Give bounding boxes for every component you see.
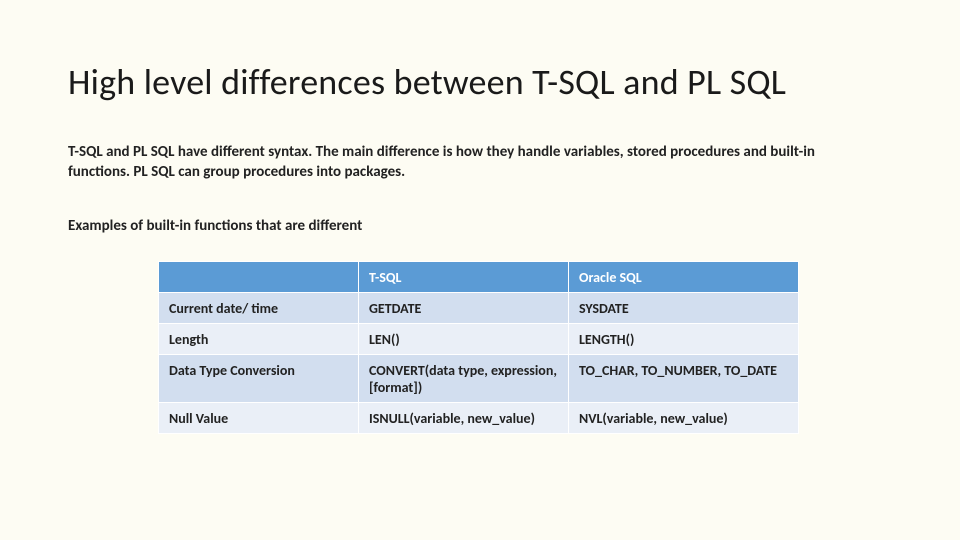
cell-tsql: CONVERT(data type, expression, [format]) <box>359 354 569 402</box>
cell-oracle: LENGTH() <box>569 323 799 354</box>
cell-tsql: LEN() <box>359 323 569 354</box>
intro-paragraph: T-SQL and PL SQL have different syntax. … <box>68 142 868 183</box>
row-label: Length <box>159 323 359 354</box>
cell-oracle: TO_CHAR, TO_NUMBER, TO_DATE <box>569 354 799 402</box>
table-row: Current date/ time GETDATE SYSDATE <box>159 292 799 323</box>
row-label: Data Type Conversion <box>159 354 359 402</box>
row-label: Null Value <box>159 402 359 433</box>
header-blank <box>159 261 359 292</box>
cell-oracle: NVL(variable, new_value) <box>569 402 799 433</box>
cell-oracle: SYSDATE <box>569 292 799 323</box>
table-row: Data Type Conversion CONVERT(data type, … <box>159 354 799 402</box>
header-oracle: Oracle SQL <box>569 261 799 292</box>
slide: High level differences between T-SQL and… <box>0 0 960 434</box>
cell-tsql: GETDATE <box>359 292 569 323</box>
page-title: High level differences between T-SQL and… <box>68 60 892 104</box>
table-row: Length LEN() LENGTH() <box>159 323 799 354</box>
row-label: Current date/ time <box>159 292 359 323</box>
table-header-row: T-SQL Oracle SQL <box>159 261 799 292</box>
cell-tsql: ISNULL(variable, new_value) <box>359 402 569 433</box>
comparison-table-wrap: T-SQL Oracle SQL Current date/ time GETD… <box>158 261 798 434</box>
header-tsql: T-SQL <box>359 261 569 292</box>
comparison-table: T-SQL Oracle SQL Current date/ time GETD… <box>158 261 799 434</box>
table-row: Null Value ISNULL(variable, new_value) N… <box>159 402 799 433</box>
examples-subhead: Examples of built-in functions that are … <box>68 217 892 235</box>
